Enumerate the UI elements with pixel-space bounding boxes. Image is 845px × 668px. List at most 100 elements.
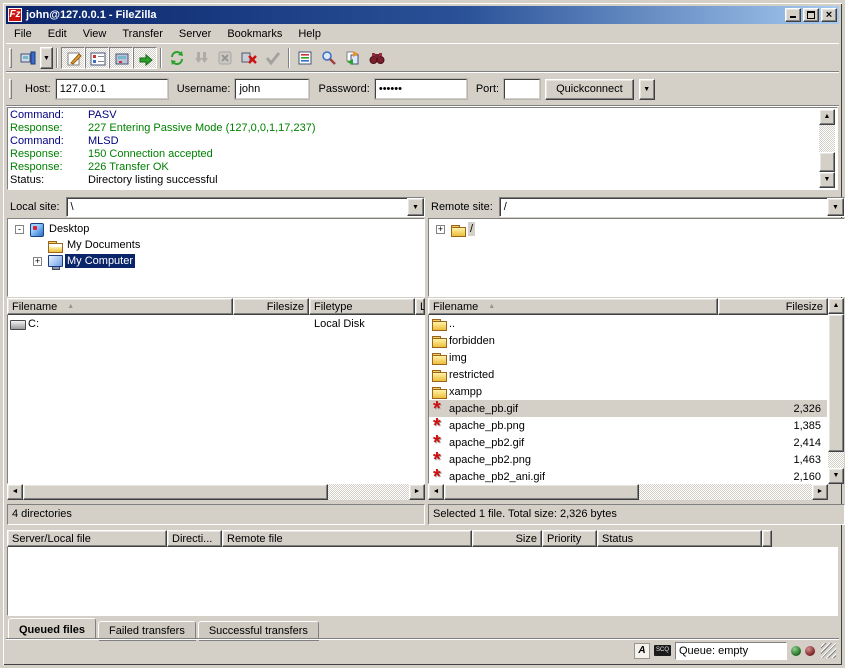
remote-tree-icon bbox=[114, 51, 130, 67]
quickconnect-grip[interactable] bbox=[9, 79, 12, 99]
column-header-server-local-file[interactable]: Server/Local file bbox=[7, 530, 167, 547]
file-row[interactable]: apache_pb.gif 2,326 bbox=[429, 400, 827, 417]
speed-limit-badge-icon[interactable]: SCQ bbox=[654, 645, 671, 656]
scroll-down-button[interactable]: ▼ bbox=[828, 468, 844, 484]
combo-dropdown-button[interactable]: ▼ bbox=[407, 198, 424, 216]
column-header-filename[interactable]: Filename▲ bbox=[7, 298, 233, 315]
file-row[interactable]: xampp bbox=[429, 383, 827, 400]
scroll-right-button[interactable]: ► bbox=[812, 484, 828, 500]
tree-item[interactable]: + / bbox=[429, 221, 844, 237]
column-header-filename[interactable]: Filename▲ bbox=[428, 298, 718, 315]
toggle-local-tree-button[interactable] bbox=[85, 47, 109, 69]
toggle-remote-tree-button[interactable] bbox=[109, 47, 133, 69]
local-file-list: C: Local Disk bbox=[7, 315, 425, 484]
file-row[interactable]: apache_pb2_ani.gif 2,160 bbox=[429, 468, 827, 484]
host-label: Host: bbox=[25, 83, 51, 95]
file-row[interactable]: forbidden bbox=[429, 332, 827, 349]
menu-item[interactable]: Help bbox=[290, 26, 329, 42]
disconnect-button[interactable] bbox=[237, 47, 261, 69]
file-row[interactable]: .. bbox=[429, 315, 827, 332]
local-list-header: Filename▲ Filesize Filetype L bbox=[7, 298, 425, 315]
scroll-thumb[interactable] bbox=[444, 484, 639, 500]
tree-expander[interactable]: + bbox=[33, 257, 42, 266]
file-name: .. bbox=[449, 318, 455, 330]
remote-file-list: .. forbidden img bbox=[428, 315, 828, 484]
tree-item[interactable]: - Desktop bbox=[8, 221, 424, 237]
tree-item[interactable]: + My Computer bbox=[8, 253, 424, 269]
synchronized-browsing-button[interactable] bbox=[341, 47, 365, 69]
menu-item[interactable]: Server bbox=[171, 26, 219, 42]
password-input[interactable] bbox=[375, 79, 467, 99]
site-manager-button[interactable] bbox=[16, 47, 40, 69]
log-line-text: PASV bbox=[88, 109, 117, 122]
scroll-up-button[interactable]: ▲ bbox=[828, 298, 844, 314]
column-header-filetype[interactable]: Filetype bbox=[309, 298, 415, 315]
tree-item[interactable]: My Documents bbox=[8, 237, 424, 253]
filter-icon bbox=[297, 50, 313, 66]
reconnect-button[interactable] bbox=[261, 47, 285, 69]
menu-item[interactable]: Edit bbox=[40, 26, 75, 42]
transfer-type-indicator-icon[interactable]: A bbox=[634, 643, 650, 659]
process-queue-button[interactable] bbox=[189, 47, 213, 69]
column-header-size[interactable]: Size bbox=[472, 530, 542, 547]
column-header-clipped[interactable]: L bbox=[415, 298, 425, 315]
scroll-thumb[interactable] bbox=[23, 484, 328, 500]
minimize-button[interactable] bbox=[785, 8, 801, 22]
filter-button[interactable] bbox=[293, 47, 317, 69]
tree-expander[interactable]: + bbox=[436, 225, 445, 234]
username-input[interactable] bbox=[235, 79, 309, 99]
column-header-priority[interactable]: Priority bbox=[542, 530, 597, 547]
close-button[interactable]: × bbox=[821, 8, 837, 22]
log-line: Response: 150 Connection accepted bbox=[10, 148, 835, 161]
toggle-message-log-button[interactable] bbox=[61, 47, 85, 69]
file-row[interactable]: apache_pb.png 1,385 bbox=[429, 417, 827, 434]
queue-tab[interactable]: Queued files bbox=[8, 618, 96, 640]
menu-item[interactable]: View bbox=[75, 26, 115, 42]
file-row[interactable]: img bbox=[429, 349, 827, 366]
remote-horizontal-scrollbar: ◄ ► bbox=[428, 484, 828, 500]
compare-button[interactable] bbox=[317, 47, 341, 69]
site-manager-dropdown[interactable]: ▼ bbox=[40, 47, 53, 69]
file-row[interactable]: apache_pb2.png 1,463 bbox=[429, 451, 827, 468]
column-header-filesize[interactable]: Filesize bbox=[233, 298, 309, 315]
menu-item[interactable]: Transfer bbox=[114, 26, 171, 42]
message-log-icon bbox=[66, 51, 82, 67]
quickconnect-button[interactable]: Quickconnect bbox=[545, 79, 634, 100]
menu-item[interactable]: File bbox=[6, 26, 40, 42]
column-header-status[interactable]: Status bbox=[597, 530, 762, 547]
column-header-remote-file[interactable]: Remote file bbox=[222, 530, 472, 547]
minimize-icon bbox=[790, 9, 796, 18]
scroll-left-button[interactable]: ◄ bbox=[428, 484, 444, 500]
tree-expander[interactable]: - bbox=[15, 225, 24, 234]
scroll-thumb[interactable] bbox=[819, 152, 835, 172]
file-row[interactable]: apache_pb2.gif 2,414 bbox=[429, 434, 827, 451]
scroll-down-button[interactable]: ▼ bbox=[819, 172, 835, 188]
scroll-up-button[interactable]: ▲ bbox=[819, 109, 835, 125]
resize-grip[interactable] bbox=[821, 643, 836, 658]
combo-dropdown-button[interactable]: ▼ bbox=[827, 198, 844, 216]
port-input[interactable] bbox=[504, 79, 540, 99]
menu-item[interactable]: Bookmarks bbox=[219, 26, 290, 42]
file-row[interactable]: C: Local Disk bbox=[8, 315, 424, 332]
toolbar-grip[interactable] bbox=[9, 48, 12, 68]
column-header-direction[interactable]: Directi... bbox=[167, 530, 222, 547]
scroll-left-button[interactable]: ◄ bbox=[7, 484, 23, 500]
maximize-button[interactable] bbox=[803, 8, 819, 22]
host-input[interactable] bbox=[56, 79, 168, 99]
scroll-right-button[interactable]: ► bbox=[409, 484, 425, 500]
toggle-queue-button[interactable] bbox=[133, 47, 157, 69]
scroll-thumb[interactable] bbox=[828, 314, 844, 452]
remote-pane: Remote site: / ▼ + / Filename▲ Filesize bbox=[428, 196, 845, 525]
file-row[interactable]: restricted bbox=[429, 366, 827, 383]
log-line-label: Status: bbox=[10, 174, 88, 187]
quickconnect-dropdown[interactable]: ▼ bbox=[639, 79, 655, 100]
cancel-operation-button[interactable] bbox=[213, 47, 237, 69]
local-site-combobox[interactable]: \ ▼ bbox=[66, 197, 425, 217]
log-line-text: 227 Entering Passive Mode (127,0,0,1,17,… bbox=[88, 122, 315, 135]
column-header-filesize[interactable]: Filesize bbox=[718, 298, 828, 315]
log-line-text: 226 Transfer OK bbox=[88, 161, 169, 174]
refresh-button[interactable] bbox=[165, 47, 189, 69]
find-button[interactable] bbox=[365, 47, 389, 69]
synchronized-browsing-icon bbox=[345, 50, 361, 66]
remote-site-combobox[interactable]: / ▼ bbox=[499, 197, 845, 217]
